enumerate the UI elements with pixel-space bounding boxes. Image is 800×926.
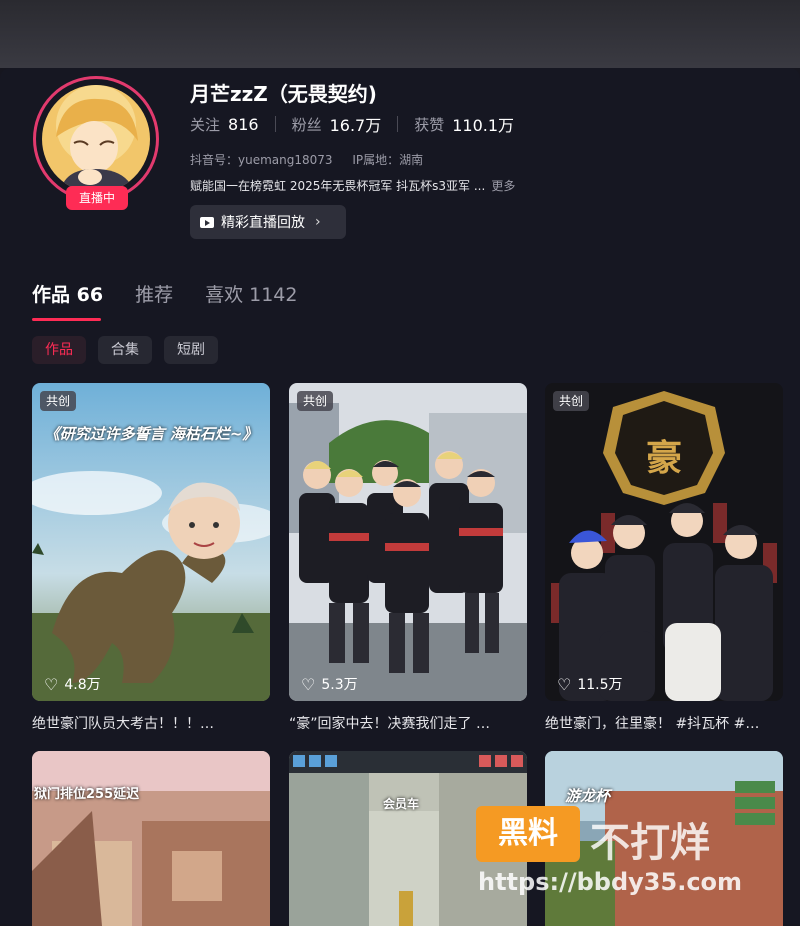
followers-label[interactable]: 粉丝 [292, 114, 322, 135]
heart-icon: ♡ [557, 674, 572, 694]
video-card[interactable]: 豪 共创 ♡ 11.5万 [545, 383, 783, 701]
like-count: 5.3万 [321, 677, 358, 693]
video-likes: ♡ 11.5万 [557, 674, 623, 694]
tab-works[interactable]: 作品 66 [32, 280, 103, 307]
profile-stats: 关注 816 粉丝 16.7万 获赞 110.1万 [190, 112, 514, 136]
video-thumbnail [289, 383, 527, 701]
top-status-band [0, 0, 800, 68]
tab-recommend[interactable]: 推荐 [135, 280, 173, 307]
video-card[interactable]: 共创 ♡ 5.3万 [289, 383, 527, 701]
likes-label: 获赞 [414, 115, 445, 134]
avatar[interactable] [42, 85, 150, 193]
heart-icon: ♡ [44, 674, 59, 694]
video-overlay-text: 《研究过许多誓言 海枯石烂~》 [44, 425, 258, 443]
video-likes: ♡ 4.8万 [44, 674, 101, 694]
video-card[interactable]: 《研究过许多誓言 海枯石烂~》 共创 ♡ 4.8万 [32, 383, 270, 701]
live-badge[interactable]: 直播中 [66, 186, 128, 210]
ip-location: IP属地：湖南 [352, 153, 424, 167]
live-replay-button[interactable]: 精彩直播回放 › [190, 205, 346, 239]
filter-short-drama[interactable]: 短剧 [164, 336, 218, 364]
content-tabs: 作品 66 推荐 喜欢 1142 [32, 280, 329, 307]
video-overlay-text: 游龙杯 [565, 787, 611, 805]
bio-more-link[interactable]: 更多 [491, 179, 515, 193]
like-count: 11.5万 [577, 677, 623, 693]
watermark-logo: 黑料 [476, 806, 580, 862]
stats-divider [274, 116, 276, 132]
chevron-right-icon: › [315, 214, 321, 230]
filter-collections[interactable]: 合集 [98, 336, 152, 364]
heart-icon: ♡ [301, 674, 316, 694]
profile-name: 月芒zzZ（无畏契约) [190, 82, 377, 106]
watermark-text: 不打烊 [590, 820, 710, 866]
collab-tag: 共创 [40, 391, 77, 411]
replay-label: 精彩直播回放 [221, 215, 305, 231]
profile-meta: 抖音号：yuemang18073 IP属地：湖南 [190, 151, 439, 168]
following-count[interactable]: 816 [228, 115, 259, 134]
video-thumbnail [32, 751, 270, 926]
profile-bio: 赋能国一在榜霓虹 2025年无畏杯冠军 抖瓦杯s3亚军 ... 更多 [190, 177, 515, 194]
filter-chips: 作品 合集 短剧 [32, 336, 230, 364]
video-overlay-text: 会员车 [383, 797, 420, 811]
filter-works[interactable]: 作品 [32, 336, 86, 364]
bio-text: 赋能国一在榜霓虹 2025年无畏杯冠军 抖瓦杯s3亚军 ... [190, 179, 486, 193]
video-caption[interactable]: 绝世豪门，往里豪！ #抖瓦杯 #… [545, 713, 783, 733]
video-card[interactable]: 狱门排位255延迟 [32, 751, 270, 926]
followers-count[interactable]: 16.7万 [330, 112, 382, 136]
active-tab-indicator [32, 318, 101, 321]
stats-divider [397, 116, 399, 132]
video-overlay-text: 豪 [645, 438, 682, 479]
video-likes: ♡ 5.3万 [301, 674, 358, 694]
douyin-id: 抖音号：yuemang18073 [190, 153, 333, 167]
collab-tag: 共创 [297, 391, 334, 411]
likes-count: 110.1万 [452, 116, 515, 135]
collab-tag: 共创 [553, 391, 590, 411]
video-caption[interactable]: 绝世豪门队员大考古！！！… [32, 713, 270, 733]
video-overlay-text: 狱门排位255延迟 [34, 787, 140, 802]
following-label[interactable]: 关注 [190, 114, 220, 135]
watermark-url: https://bbdy35.com [478, 868, 743, 896]
video-caption[interactable]: “豪”回家中去！决赛我们走了 … [289, 713, 527, 733]
tab-likes[interactable]: 喜欢 1142 [205, 280, 297, 307]
watermark: 黑料 不打烊 https://bbdy35.com [476, 806, 786, 916]
tv-icon [200, 216, 214, 228]
like-count: 4.8万 [64, 677, 101, 693]
